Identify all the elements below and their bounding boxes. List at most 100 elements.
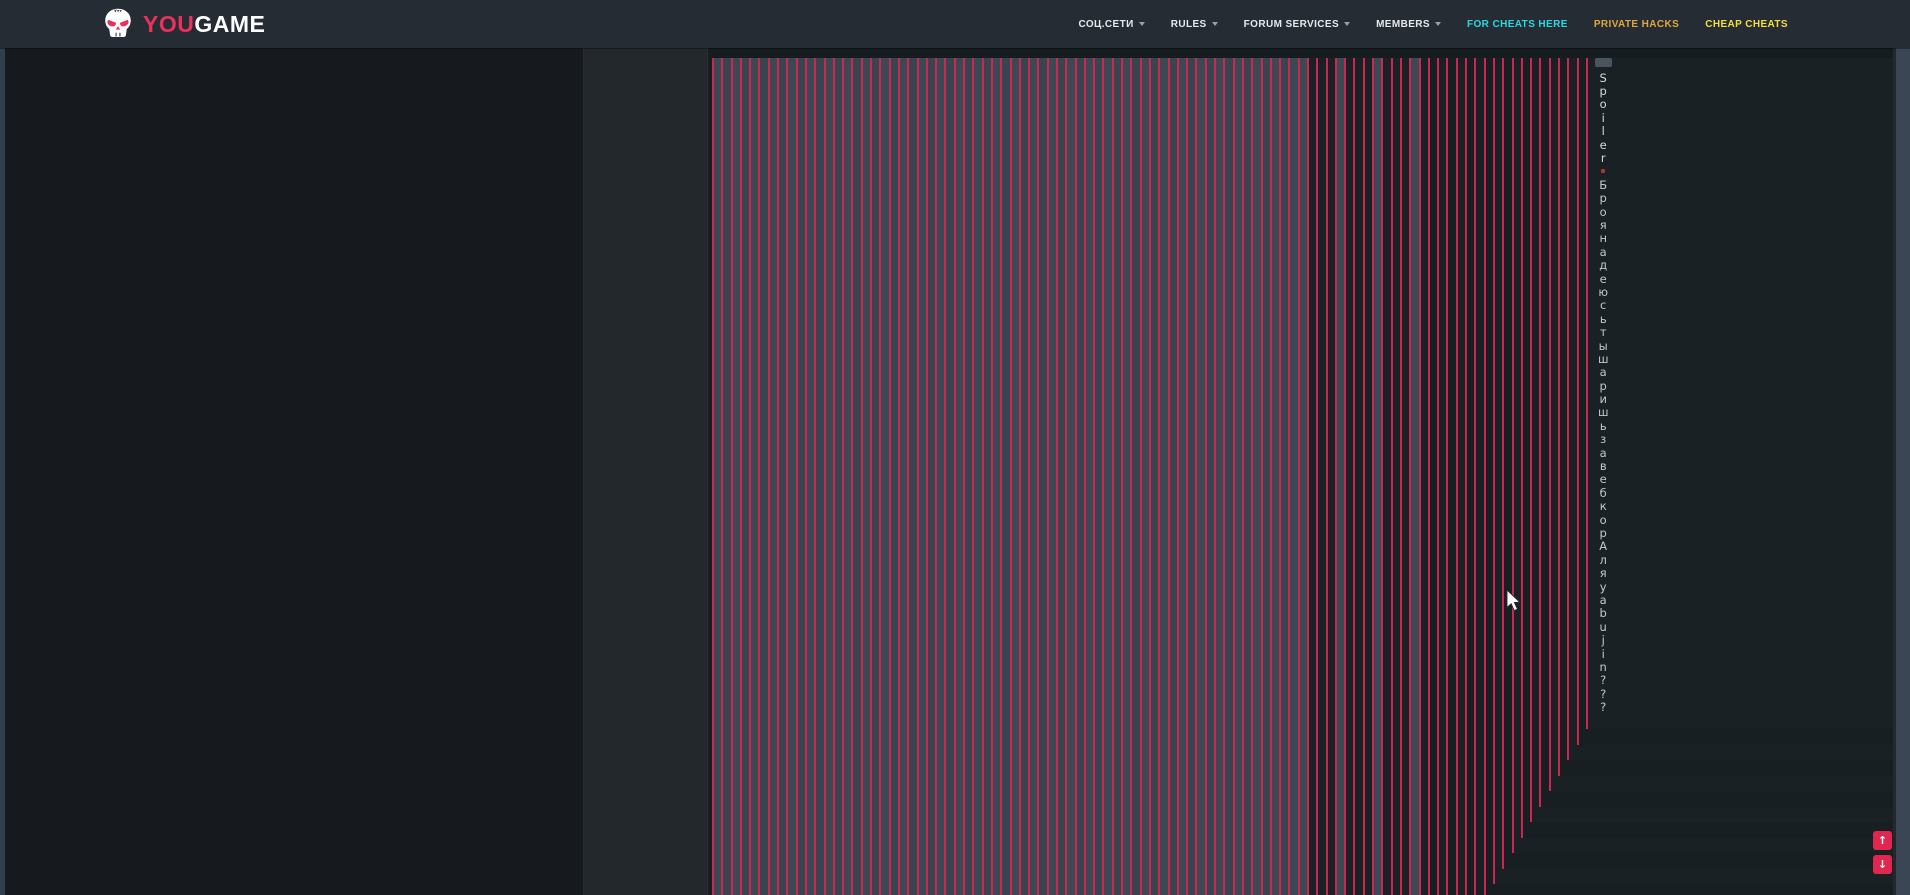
quote-block: SpoilerБроянадеюсьтышаришьзавебкорАляуаb… — [1539, 58, 1893, 807]
quote-block: SpoilerБроянадеюсьтышаришьзавебкорАляуаb… — [1288, 58, 1893, 895]
quote-block: SpoilerБроянадеюсьтышаришьзавебкорАляуаb… — [804, 58, 1893, 895]
spoiler-vertical-char: а — [1599, 365, 1607, 380]
nav-item-rules[interactable]: RULES — [1171, 19, 1218, 30]
chevron-down-icon — [1435, 22, 1441, 26]
quote-block: SpoilerБроянадеюсьтышаришьзавебкорАляуаb… — [1558, 58, 1893, 776]
quote-block: SpoilerБроянадеюсьтышаришьзавебкорАляуаb… — [1372, 58, 1893, 895]
quote-block: SpoilerБроянадеюсьтышаришьзавебкорАляуаb… — [1269, 58, 1893, 895]
quote-block: SpoilerБроянадеюсьтышаришьзавебкорАляуаb… — [1399, 58, 1893, 895]
quote-block: SpoilerБроянадеюсьтышаришьзавебкорАляуаb… — [879, 58, 1893, 895]
nav-item-private-hacks[interactable]: PRIVATE HACKS — [1594, 19, 1679, 30]
spoiler-vertical-char: я — [1599, 566, 1607, 581]
nav-item-label: CHEAP CHEATS — [1705, 18, 1788, 30]
quote-block: SpoilerБроянадеюсьтышаришьзавебкорАляуаb… — [739, 58, 1893, 895]
quote-block: SpoilerБроянадеюсьтышаришьзавебкорАляуаb… — [851, 58, 1893, 895]
quote-block: SpoilerБроянадеюсьтышаришьзавебкорАляуаb… — [972, 58, 1893, 895]
quote-block: SpoilerБроянадеюсьтышаришьзавебкорАляуаb… — [814, 58, 1893, 895]
quote-block: SpoilerБроянадеюсьтышаришьзавебкорАляуаb… — [1148, 58, 1893, 895]
quote-block: SpoilerБроянадеюсьтышаришьзавебкорАляуаb… — [1427, 58, 1893, 895]
quote-block: SpoilerБроянадеюсьтышаришьзавебкорАляуаb… — [1576, 58, 1893, 745]
site-title: YOUGAME — [143, 10, 266, 37]
quote-block: SpoilerБроянадеюсьтышаришьзавебкорАляуаb… — [1223, 58, 1893, 895]
spoiler-vertical-char: о — [1599, 204, 1607, 219]
chevron-down-icon — [1138, 22, 1145, 26]
quote-block: SpoilerБроянадеюсьтышаришьзавебкорАляуаb… — [1567, 58, 1893, 761]
quote-block: SpoilerБроянадеюсьтышаришьзавебкорАляуаb… — [1214, 58, 1893, 895]
spoiler-vertical-char: т — [1599, 325, 1607, 340]
spoiler-vertical-char: о — [1599, 512, 1607, 527]
quote-block: SpoilerБроянадеюсьтышаришьзавебкорАляуаb… — [1307, 58, 1893, 895]
nav-item-label: MEMBERS — [1376, 18, 1430, 30]
quote-block: SpoilerБроянадеюсьтышаришьзавебкорАляуаb… — [712, 58, 1893, 895]
nested-quote-wall: SpoilerБроянадеюсьтышаришьзавебкорАляуаb… — [707, 48, 1893, 895]
logo-you-text: YOU — [143, 10, 195, 37]
scroll-to-bottom-button[interactable]: ↓ — [1873, 855, 1892, 874]
spoiler-vertical-char: i — [1601, 110, 1605, 125]
spoiler-vertical-char: ш — [1597, 351, 1609, 366]
quote-block: SpoilerБроянадеюсьтышаришьзавебкорАляуаb… — [1334, 58, 1893, 895]
collapsed-spoiler-block: SpoilerБроянадеюсьтышаришьзавебкорАляуаb… — [1595, 58, 1613, 714]
nav-item-for-cheats-here[interactable]: FOR CHEATS HERE — [1467, 19, 1568, 30]
spoiler-vertical-char: А — [1599, 539, 1608, 554]
page-scroll-buttons: ↑ ↓ — [1873, 831, 1892, 874]
quote-block: SpoilerБроянадеюсьтышаришьзавебкорАляуаb… — [795, 58, 1893, 895]
spoiler-vertical-char: ь — [1599, 311, 1607, 326]
spoiler-vertical-char: к — [1599, 499, 1607, 514]
nav-item-forum-services[interactable]: FORUM SERVICES — [1243, 18, 1351, 30]
quote-block: SpoilerБроянадеюсьтышаришьзавебкорАляуаb… — [1000, 58, 1893, 895]
quote-block: SpoilerБроянадеюсьтышаришьзавебкорАляуаb… — [870, 58, 1893, 895]
quote-block: SpoilerБроянадеюсьтышаришьзавебкорАляуаb… — [1465, 58, 1893, 895]
logo-game-text: GAME — [194, 10, 266, 37]
quote-block: SpoilerБроянадеюсьтышаришьзавебкорАляуаb… — [1018, 58, 1893, 895]
quote-block: SpoilerБроянадеюсьтышаришьзавебкорАляуаb… — [749, 58, 1893, 895]
spoiler-vertical-char — [1595, 165, 1611, 178]
chevron-down-icon — [1211, 22, 1218, 26]
quote-block: SpoilerБроянадеюсьтышаришьзавебкорАляуаb… — [1028, 58, 1893, 895]
quote-block: SpoilerБроянадеюсьтышаришьзавебкорАляуаb… — [832, 58, 1893, 895]
spoiler-toggle-button[interactable] — [1595, 58, 1613, 67]
spoiler-vertical-char: ? — [1600, 673, 1607, 688]
quote-block: SpoilerБроянадеюсьтышаришьзавебкорАляуаb… — [786, 58, 1893, 895]
spoiler-vertical-char: а — [1599, 445, 1607, 460]
quote-block: SpoilerБроянадеюсьтышаришьзавебкорАляуаb… — [1121, 58, 1893, 895]
quote-block: SpoilerБроянадеюсьтышаришьзавебкорАляуаb… — [1316, 58, 1893, 895]
quote-block: SpoilerБроянадеюсьтышаришьзавебкорАляуаb… — [1204, 58, 1893, 895]
nav-item-label: FORUM SERVICES — [1243, 18, 1340, 30]
spoiler-vertical-char: с — [1600, 298, 1607, 313]
quote-block: SpoilerБроянадеюсьтышаришьзавебкорАляуаb… — [1176, 58, 1893, 895]
spoiler-vertical-char: в — [1599, 459, 1607, 474]
spoiler-vertical-char: и — [1599, 392, 1607, 407]
quote-block: SpoilerБроянадеюсьтышаришьзавебкорАляуаb… — [897, 58, 1893, 895]
scrollbar-track[interactable] — [1896, 48, 1910, 895]
chevron-down-icon — [1344, 22, 1351, 26]
quote-block: SpoilerБроянадеюсьтышаришьзавебкорАляуаb… — [823, 58, 1893, 895]
site-header: YOUGAME СОЦ.СЕТИ RULES FORUM SERVICES MEMBE… — [0, 0, 1910, 48]
spoiler-vertical-char: S — [1599, 70, 1607, 85]
quote-block: SpoilerБроянадеюсьтышаришьзавебкорАляуаb… — [1241, 58, 1893, 895]
nav-item-label: RULES — [1170, 18, 1207, 30]
site-logo[interactable]: YOUGAME — [100, 7, 265, 41]
quote-block: SpoilerБроянадеюсьтышаришьзавебкорАляуаb… — [1381, 58, 1893, 895]
quote-block: SpoilerБроянадеюсьтышаришьзавебкорАляуаb… — [1502, 58, 1893, 869]
nav-item-cheap-cheats[interactable]: CHEAP CHEATS — [1705, 19, 1788, 30]
quote-block: SpoilerБроянадеюсьтышаришьзавебкорАляуаb… — [1130, 58, 1893, 895]
spoiler-vertical-char: а — [1599, 244, 1607, 259]
quote-block: SpoilerБроянадеюсьтышаришьзавебкорАляуаb… — [907, 58, 1893, 895]
scroll-to-top-button[interactable]: ↑ — [1873, 831, 1892, 850]
quote-block: SpoilerБроянадеюсьтышаришьзавебкорАляуаb… — [842, 58, 1893, 895]
quote-block: SpoilerБроянадеюсьтышаришьзавебкорАляуаb… — [730, 58, 1893, 895]
quote-block: SpoilerБроянадеюсьтышаришьзавебкорАляуаb… — [916, 58, 1893, 895]
quote-block: SpoilerБроянадеюсьтышаришьзавебкорАляуаb… — [1344, 58, 1893, 895]
quote-block: SpoilerБроянадеюсьтышаришьзавебкорАляуаb… — [1437, 58, 1893, 895]
spoiler-vertical-char: я — [1599, 218, 1607, 232]
quote-block: SpoilerБроянадеюсьтышаришьзавебкорАляуаb… — [1530, 58, 1893, 823]
main-nav: СОЦ.СЕТИ RULES FORUM SERVICES MEMBERS FOR CH… — [1079, 19, 1789, 30]
quote-block: SpoilerБроянадеюсьтышаришьзавебкорАляуаb… — [953, 58, 1893, 895]
spoiler-vertical-char: i — [1601, 646, 1605, 661]
nav-item-members[interactable]: MEMBERS — [1376, 19, 1441, 30]
nav-item-soc-seti[interactable]: СОЦ.СЕТИ — [1079, 19, 1145, 30]
quote-block: SpoilerБроянадеюсьтышаришьзавебкорАляуаb… — [1074, 58, 1893, 895]
quote-block: SpoilerБроянадеюсьтышаришьзавебкорАляуаb… — [981, 58, 1893, 895]
quote-block: SpoilerБроянадеюсьтышаришьзавебкорАляуаb… — [758, 58, 1893, 895]
quote-block: SpoilerБроянадеюсьтышаришьзавебкорАляуаb… — [1046, 58, 1893, 895]
